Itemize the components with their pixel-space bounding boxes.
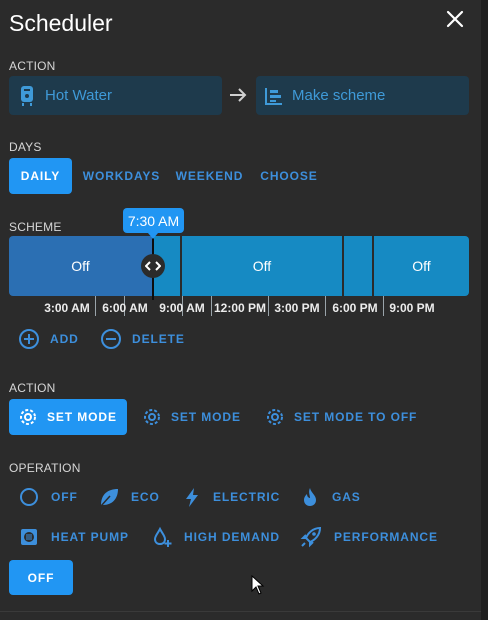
operation-eco-option[interactable]: ECO <box>97 485 160 509</box>
scheme-section-label: SCHEME <box>9 220 62 234</box>
operation-selected-button[interactable]: OFF <box>9 560 73 595</box>
scheme-timeline: Off Off Off <box>9 236 469 296</box>
timeline-tick <box>268 296 269 316</box>
timeline-tick <box>95 296 96 316</box>
timeline-tick <box>325 296 326 316</box>
flash-icon <box>180 485 204 509</box>
operation-section-label: OPERATION <box>9 461 81 475</box>
days-section-label: DAYS <box>9 140 42 154</box>
action-section-label: ACTION <box>9 59 56 73</box>
delete-label: DELETE <box>132 332 185 346</box>
close-icon <box>446 10 464 28</box>
timeline-label: 9:00 AM <box>159 301 205 315</box>
timeline-label: 3:00 PM <box>274 301 320 315</box>
timeline-label: 12:00 PM <box>213 301 267 315</box>
close-button[interactable] <box>442 6 468 32</box>
timeline-label: 6:00 PM <box>332 301 378 315</box>
set-mode-button[interactable]: SET MODE <box>9 399 127 435</box>
timeline-label: 3:00 AM <box>44 301 90 315</box>
timeline-icon <box>256 86 292 106</box>
delete-timeslot-button[interactable]: DELETE <box>100 328 185 350</box>
timeslot-segment[interactable]: Off <box>9 236 152 296</box>
operation-gas-label: GAS <box>332 490 361 504</box>
dialog-title: Scheduler <box>9 10 113 36</box>
timeslot-segment[interactable]: Off <box>182 236 342 296</box>
set-mode-off-button[interactable]: SET MODE TO OFF <box>256 399 426 435</box>
days-daily-chip[interactable]: DAILY <box>9 158 72 194</box>
plus-circle-icon <box>19 329 39 349</box>
circle-outline-icon <box>17 485 41 509</box>
arrow-right-icon <box>230 88 247 102</box>
operation-off-option[interactable]: OFF <box>17 485 78 509</box>
operation-high-demand-label: HIGH DEMAND <box>184 530 280 544</box>
window-edge <box>481 0 488 620</box>
cog-icon <box>20 409 36 425</box>
minus-circle-icon <box>101 329 121 349</box>
cog-icon <box>267 409 283 425</box>
cog-icon <box>144 409 160 425</box>
operation-heat-pump-option[interactable]: HEAT PUMP <box>17 525 129 549</box>
time-tooltip: 7:30 AM <box>123 208 184 233</box>
mouse-cursor-icon <box>251 575 265 595</box>
days-weekend-chip[interactable]: WEEKEND <box>172 158 247 194</box>
drag-arrows-icon <box>145 261 161 271</box>
set-mode-label-2: SET MODE <box>171 410 241 424</box>
scheduler-dialog: Scheduler ACTION Hot Water Make scheme D… <box>0 0 481 620</box>
add-label: ADD <box>50 332 79 346</box>
entity-select[interactable]: Hot Water <box>9 76 222 115</box>
heat-pump-icon <box>17 525 41 549</box>
timeslot-drag-handle[interactable] <box>141 254 165 278</box>
entity-label: Hot Water <box>45 87 112 104</box>
operation-performance-option[interactable]: PERFORMANCE <box>299 525 438 549</box>
operation-heat-pump-label: HEAT PUMP <box>51 530 129 544</box>
operation-high-demand-option[interactable]: HIGH DEMAND <box>150 525 280 549</box>
operation-electric-option[interactable]: ELECTRIC <box>180 485 280 509</box>
rocket-icon <box>299 525 323 549</box>
time-tooltip-tail <box>148 233 158 239</box>
water-heater-icon <box>9 85 45 107</box>
fire-icon <box>298 485 322 509</box>
timeline-tick <box>211 296 212 316</box>
set-mode-label: SET MODE <box>47 410 117 424</box>
operation-eco-label: ECO <box>131 490 160 504</box>
timeline-tick <box>383 296 384 316</box>
days-choose-chip[interactable]: CHOOSE <box>255 158 323 194</box>
operation-gas-option[interactable]: GAS <box>298 485 361 509</box>
leaf-icon <box>97 485 121 509</box>
operation-electric-label: ELECTRIC <box>213 490 281 504</box>
mode-section-label: ACTION <box>9 381 56 395</box>
timeslot-segment[interactable]: Off <box>374 236 469 296</box>
set-mode-off-label: SET MODE TO OFF <box>294 410 418 424</box>
operation-off-label: OFF <box>51 490 78 504</box>
water-plus-icon <box>150 525 174 549</box>
service-label: Make scheme <box>292 87 386 104</box>
timeline-label: 6:00 AM <box>102 301 148 315</box>
service-select[interactable]: Make scheme <box>256 76 469 115</box>
timeslot-segment[interactable] <box>344 236 372 296</box>
operation-performance-label: PERFORMANCE <box>334 530 438 544</box>
timeline-label: 9:00 PM <box>389 301 435 315</box>
divider <box>0 611 481 612</box>
set-mode-button-2[interactable]: SET MODE <box>133 399 251 435</box>
days-workdays-chip[interactable]: WORKDAYS <box>80 158 163 194</box>
add-timeslot-button[interactable]: ADD <box>18 328 79 350</box>
